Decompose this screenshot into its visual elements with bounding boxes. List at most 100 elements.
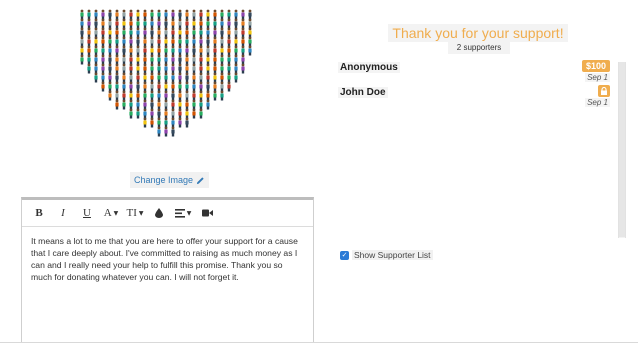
- person-figure-icon: [129, 99, 133, 110]
- person-figure-icon: [185, 99, 189, 110]
- person-figure-icon: [227, 27, 231, 38]
- person-figure-icon: [213, 9, 217, 20]
- person-figure-icon: [94, 36, 98, 47]
- message-editor: B I U A ▼ TI ▼ ▼ It means a lot to me th…: [21, 197, 314, 343]
- person-figure-icon: [101, 63, 105, 74]
- person-figure-icon: [178, 36, 182, 47]
- video-button[interactable]: [196, 203, 218, 223]
- person-figure-icon: [171, 9, 175, 20]
- person-figure-icon: [248, 27, 252, 38]
- person-figure-icon: [199, 72, 203, 83]
- person-figure-icon: [227, 72, 231, 83]
- bold-button[interactable]: B: [28, 203, 50, 223]
- ink-button[interactable]: [148, 203, 170, 223]
- person-figure-icon: [94, 9, 98, 20]
- thank-you-heading: Thank you for your support!: [388, 24, 568, 42]
- person-figure-icon: [115, 72, 119, 83]
- person-figure-icon: [108, 45, 112, 56]
- person-figure-icon: [143, 54, 147, 65]
- heart-of-people-icon: [80, 9, 252, 137]
- person-figure-icon: [199, 45, 203, 56]
- person-figure-icon: [157, 45, 161, 56]
- heart-collage-image: [60, 8, 270, 168]
- font-color-button[interactable]: A ▼: [100, 203, 122, 223]
- person-figure-icon: [143, 90, 147, 101]
- person-figure-icon: [87, 18, 91, 29]
- person-figure-icon: [115, 99, 119, 110]
- person-figure-icon: [178, 99, 182, 110]
- supporter-name: Anonymous: [338, 62, 400, 73]
- ink-drop-icon: [155, 208, 163, 218]
- person-figure-icon: [234, 45, 238, 56]
- editor-text-area[interactable]: It means a lot to me that you are here t…: [22, 227, 313, 291]
- change-image-label: Change Image: [134, 175, 194, 185]
- person-figure-icon: [108, 54, 112, 65]
- chevron-down-icon: ▼: [186, 209, 192, 217]
- supporter-list-scrollbar[interactable]: [618, 62, 626, 238]
- person-figure-icon: [227, 36, 231, 47]
- person-figure-icon: [220, 72, 224, 83]
- person-figure-icon: [171, 45, 175, 56]
- person-figure-icon: [178, 108, 182, 119]
- font-size-button[interactable]: TI ▼: [124, 203, 146, 223]
- person-figure-icon: [143, 9, 147, 20]
- change-image-button[interactable]: Change Image: [130, 172, 210, 188]
- person-figure-icon: [192, 63, 196, 74]
- person-figure-icon: [150, 90, 154, 101]
- person-figure-icon: [178, 45, 182, 56]
- person-figure-icon: [220, 27, 224, 38]
- person-figure-icon: [143, 72, 147, 83]
- person-figure-icon: [80, 36, 84, 47]
- person-figure-icon: [150, 99, 154, 110]
- person-figure-icon: [115, 90, 119, 101]
- person-figure-icon: [101, 54, 105, 65]
- person-figure-icon: [129, 72, 133, 83]
- person-figure-icon: [143, 36, 147, 47]
- checkbox-checked-icon[interactable]: ✓: [340, 250, 349, 260]
- person-figure-icon: [122, 81, 126, 92]
- show-supporter-list-toggle[interactable]: ✓ Show Supporter List: [340, 250, 433, 260]
- italic-button[interactable]: I: [52, 203, 74, 223]
- person-figure-icon: [94, 54, 98, 65]
- person-figure-icon: [115, 45, 119, 56]
- person-figure-icon: [178, 9, 182, 20]
- pencil-icon: [196, 176, 204, 184]
- person-figure-icon: [157, 90, 161, 101]
- supporter-name: John Doe: [338, 87, 388, 98]
- person-figure-icon: [171, 90, 175, 101]
- person-figure-icon: [136, 63, 140, 74]
- person-figure-icon: [241, 45, 245, 56]
- person-figure-icon: [143, 18, 147, 29]
- person-figure-icon: [164, 99, 168, 110]
- donation-amount-badge: $100: [581, 60, 610, 72]
- person-figure-icon: [206, 81, 210, 92]
- align-button[interactable]: ▼: [172, 203, 194, 223]
- person-figure-icon: [206, 27, 210, 38]
- video-icon: [201, 209, 213, 217]
- underline-button[interactable]: U: [76, 203, 98, 223]
- person-figure-icon: [227, 81, 231, 92]
- person-figure-icon: [136, 99, 140, 110]
- person-figure-icon: [157, 18, 161, 29]
- person-figure-icon: [80, 27, 84, 38]
- person-figure-icon: [220, 63, 224, 74]
- person-figure-icon: [171, 36, 175, 47]
- person-figure-icon: [150, 27, 154, 38]
- person-figure-icon: [115, 27, 119, 38]
- person-figure-icon: [220, 81, 224, 92]
- person-figure-icon: [185, 18, 189, 29]
- person-figure-icon: [143, 117, 147, 128]
- person-figure-icon: [101, 9, 105, 20]
- person-figure-icon: [199, 81, 203, 92]
- person-figure-icon: [164, 45, 168, 56]
- person-figure-icon: [227, 18, 231, 29]
- person-figure-icon: [178, 117, 182, 128]
- person-figure-icon: [171, 81, 175, 92]
- person-figure-icon: [115, 63, 119, 74]
- person-figure-icon: [213, 27, 217, 38]
- person-figure-icon: [150, 117, 154, 128]
- person-figure-icon: [164, 72, 168, 83]
- person-figure-icon: [185, 108, 189, 119]
- person-figure-icon: [178, 63, 182, 74]
- scrollbar-thumb[interactable]: [619, 62, 625, 237]
